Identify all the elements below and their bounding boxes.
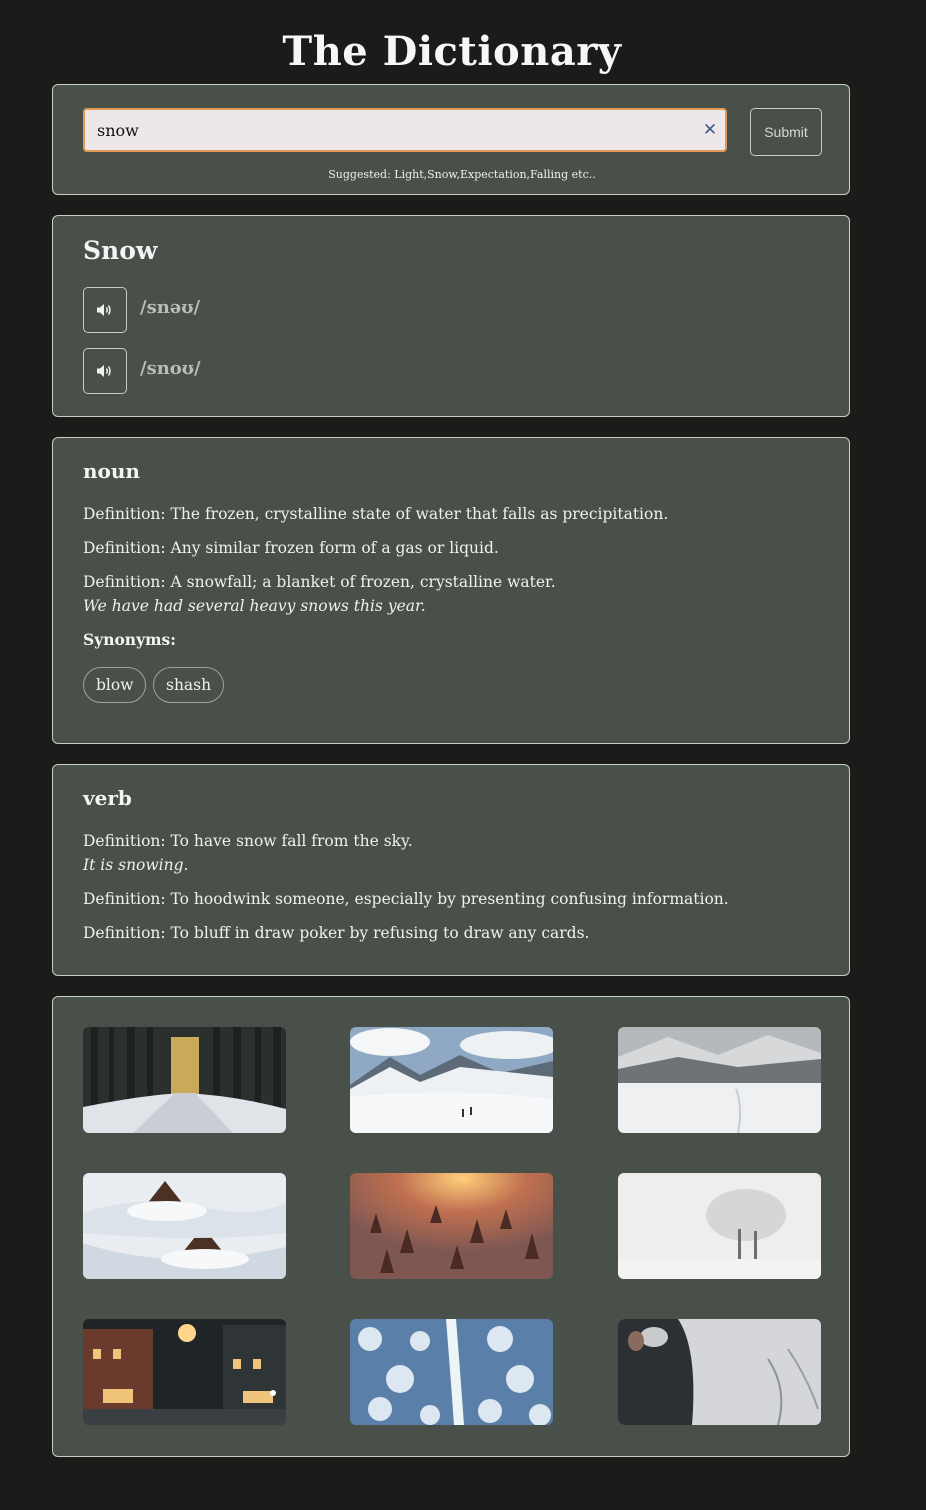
definition-example: We have had several heavy snows this yea… [83, 597, 426, 615]
gallery-image-frosted-tree-fog[interactable] [618, 1173, 821, 1279]
meaning-card-noun: noun Definition: The frozen, crystalline… [52, 437, 850, 744]
phonetic-text: /snəʊ/ [140, 297, 201, 318]
phonetic-text: /snoʊ/ [140, 358, 201, 379]
definition-example: It is snowing. [83, 856, 189, 874]
synonym-chip[interactable]: shash [153, 667, 225, 703]
gallery-image-snowy-forest-road[interactable] [83, 1027, 286, 1133]
definition: Definition: To bluff in draw poker by re… [83, 924, 590, 942]
play-audio-button[interactable] [83, 348, 127, 394]
gallery-image-sunset-snowy-forest[interactable] [350, 1173, 553, 1279]
gallery-image-snowy-town-street-night[interactable] [83, 1319, 286, 1425]
gallery-image-snow-mountain-skiers[interactable] [350, 1027, 553, 1133]
speaker-icon [97, 365, 111, 377]
definition: Definition: To have snow fall from the s… [83, 832, 413, 850]
gallery-image-snowfield-mountain-forest[interactable] [618, 1027, 821, 1133]
word-card: Snow /snəʊ/ /snoʊ/ [52, 215, 850, 417]
definition: Definition: A snowfall; a blanket of fro… [83, 573, 556, 591]
gallery-image-person-snow-mittens[interactable] [618, 1319, 821, 1425]
close-icon[interactable]: ✕ [701, 120, 719, 140]
meaning-card-verb: verb Definition: To have snow fall from … [52, 764, 850, 976]
search-input[interactable] [97, 110, 697, 150]
search-card: ✕ Submit Suggested: Light,Snow,Expectati… [52, 84, 850, 195]
search-box[interactable]: ✕ [83, 108, 727, 152]
part-of-speech: verb [83, 786, 132, 810]
part-of-speech: noun [83, 459, 140, 483]
synonyms-label: Synonyms: [83, 630, 176, 649]
submit-button[interactable]: Submit [750, 108, 822, 156]
gallery-image-aerial-snowy-forest-road[interactable] [350, 1319, 553, 1425]
synonym-chip[interactable]: blow [83, 667, 147, 703]
gallery-image-snow-covered-cabins[interactable] [83, 1173, 286, 1279]
definition: Definition: The frozen, crystalline stat… [83, 505, 669, 523]
play-audio-button[interactable] [83, 287, 127, 333]
image-gallery [52, 996, 850, 1457]
word-title: Snow [83, 236, 158, 265]
phonetic-row: /snoʊ/ [83, 348, 383, 394]
definition: Definition: Any similar frozen form of a… [83, 539, 499, 557]
app-title: The Dictionary [282, 28, 622, 75]
speaker-icon [97, 304, 111, 316]
suggestion-text: Suggested: Light,Snow,Expectation,Fallin… [328, 168, 596, 181]
phonetic-row: /snəʊ/ [83, 287, 383, 333]
definition: Definition: To hoodwink someone, especia… [83, 890, 729, 908]
